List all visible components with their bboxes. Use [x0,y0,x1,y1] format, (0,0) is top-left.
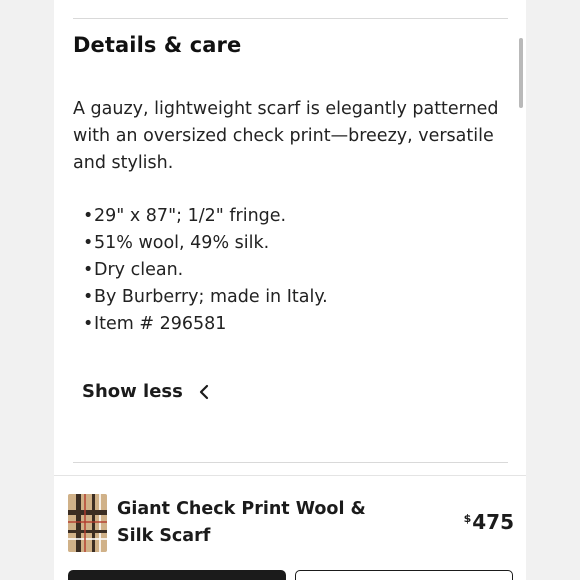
details-description: A gauzy, lightweight scarf is elegantly … [73,99,499,173]
details-heading: Details & care [73,33,242,57]
product-price: $ 475 [464,510,514,534]
list-item: • Item # 296581 [83,311,328,338]
price-value: 475 [472,510,514,534]
list-item: • Dry clean. [83,257,328,284]
show-less-button[interactable]: Show less [82,381,213,402]
list-item: • By Burberry; made in Italy. [83,284,328,311]
bullet-text: 51% wool, 49% silk. [94,233,270,253]
scrollbar[interactable] [519,38,523,108]
list-item: • 29" x 87"; 1/2" fringe. [83,203,328,230]
sticky-product-bar: Giant Check Print Wool & Silk Scarf $ 47… [54,476,526,580]
show-less-label: Show less [82,381,183,402]
section-divider [73,462,508,463]
details-panel: Details & care A gauzy, lightweight scar… [54,0,526,580]
bullet-text: 29" x 87"; 1/2" fringe. [94,206,287,226]
product-name: Giant Check Print Wool & Silk Scarf [117,499,366,546]
details-bullet-list: • 29" x 87"; 1/2" fringe. • 51% wool, 49% … [83,203,328,338]
primary-action-button[interactable] [68,570,286,580]
price-currency: $ [463,512,472,525]
chevron-left-icon [199,383,213,401]
secondary-action-button[interactable] [295,570,513,580]
list-item: • 51% wool, 49% silk. [83,230,328,257]
bullet-text: Dry clean. [94,260,184,280]
product-thumbnail[interactable] [68,494,107,552]
bullet-text: Item # 296581 [94,314,227,334]
top-divider [73,18,508,19]
bullet-text: By Burberry; made in Italy. [94,287,328,307]
